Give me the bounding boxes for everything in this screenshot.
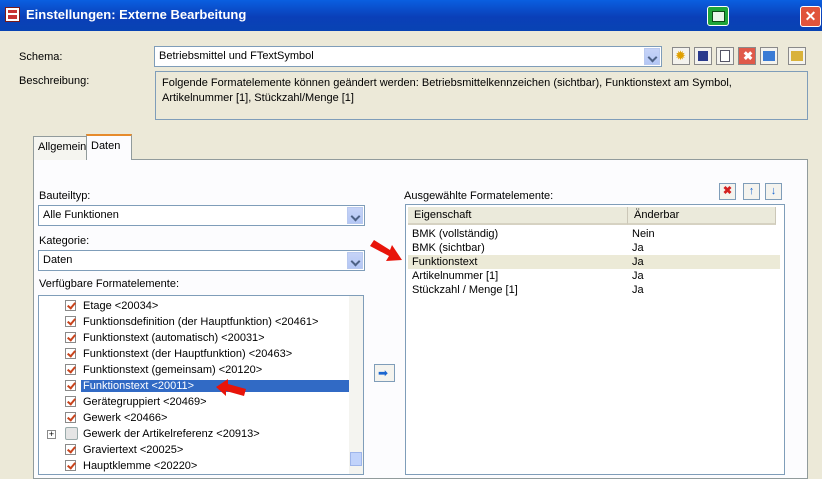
list-item-group[interactable]: + Gewerk der Artikelreferenz <20913>	[39, 426, 351, 442]
export-schema-button[interactable]	[760, 47, 778, 65]
list-item[interactable]: Funktionstext (automatisch) <20031>	[39, 330, 351, 346]
copy-schema-button[interactable]	[716, 47, 734, 65]
checkbox-icon[interactable]	[65, 380, 76, 391]
list-item[interactable]: Gewerk <20466>	[39, 410, 351, 426]
column-header-aenderbar[interactable]: Änderbar	[628, 207, 776, 225]
close-button[interactable]: ✕	[800, 6, 821, 27]
scrollbar-thumb[interactable]	[350, 452, 362, 466]
checkbox-icon[interactable]	[65, 300, 76, 311]
list-item[interactable]: Etage <20034>	[39, 298, 351, 314]
tab-allgemein[interactable]: Allgemein	[33, 136, 87, 160]
red-arrow-annotation	[370, 240, 402, 261]
checkbox-icon[interactable]	[65, 316, 76, 327]
copy-icon	[720, 50, 730, 62]
checkbox-icon[interactable]	[65, 364, 76, 375]
available-list[interactable]: Etage <20034> Funktionsdefinition (der H…	[38, 295, 364, 475]
group-icon	[65, 427, 78, 440]
table-row-selected[interactable]: Funktionstext Ja	[408, 255, 780, 269]
delete-icon: ✖	[743, 49, 754, 63]
bauteiltyp-value: Alle Funktionen	[43, 209, 119, 221]
add-to-selected-button[interactable]	[374, 364, 395, 382]
list-item[interactable]: Gerätegruppiert <20469>	[39, 394, 351, 410]
selected-label: Ausgewählte Formatelemente:	[404, 190, 554, 202]
schema-select[interactable]: Betriebsmittel und FTextSymbol	[154, 46, 662, 67]
bauteiltyp-select[interactable]: Alle Funktionen	[38, 205, 365, 226]
table-row[interactable]: BMK (sichtbar) Ja	[408, 241, 780, 255]
chevron-down-icon[interactable]	[347, 252, 363, 269]
list-item[interactable]: Hauptklemme <20220>	[39, 458, 351, 474]
list-item-selected[interactable]: Funktionstext <20011>	[39, 378, 351, 394]
table-row[interactable]: Artikelnummer [1] Ja	[408, 269, 780, 283]
kategorie-label: Kategorie:	[39, 235, 90, 247]
schema-label: Schema:	[19, 51, 63, 63]
save-icon	[698, 51, 708, 61]
window-title: Einstellungen: Externe Bearbeitung	[26, 7, 247, 22]
list-item[interactable]: Funktionstext (der Hauptfunktion) <20463…	[39, 346, 351, 362]
checkbox-icon[interactable]	[65, 348, 76, 359]
new-icon: ✹	[675, 48, 686, 63]
table-row[interactable]: Stückzahl / Menge [1] Ja	[408, 283, 780, 297]
list-item[interactable]: Funktionstext (gemeinsam) <20120>	[39, 362, 351, 378]
move-down-button[interactable]: ↓	[765, 183, 782, 200]
delete-icon: ✖	[722, 185, 733, 197]
checkbox-icon[interactable]	[65, 332, 76, 343]
checkbox-icon[interactable]	[65, 444, 76, 455]
description-label: Beschreibung:	[19, 75, 90, 87]
table-row[interactable]: BMK (vollständig) Nein	[408, 227, 780, 241]
vertical-scrollbar[interactable]	[349, 296, 363, 474]
column-header-eigenschaft[interactable]: Eigenschaft	[408, 207, 628, 225]
checkbox-icon[interactable]	[65, 396, 76, 407]
import-icon	[791, 51, 803, 61]
bauteiltyp-label: Bauteiltyp:	[39, 190, 91, 202]
red-arrow-annotation	[216, 379, 246, 396]
tab-daten[interactable]: Daten	[86, 134, 132, 160]
export-icon	[763, 51, 775, 61]
arrow-down-icon: ↓	[770, 185, 777, 197]
schema-value: Betriebsmittel und FTextSymbol	[159, 50, 314, 62]
checkbox-icon[interactable]	[65, 412, 76, 423]
kategorie-value: Daten	[43, 254, 73, 266]
chevron-down-icon[interactable]	[347, 207, 363, 224]
import-schema-button[interactable]	[788, 47, 806, 65]
selected-table[interactable]: Eigenschaft Änderbar BMK (vollständig) N…	[405, 204, 785, 475]
arrow-up-icon: ↑	[748, 185, 755, 197]
checkbox-icon[interactable]	[65, 460, 76, 471]
list-item[interactable]: Funktionsdefinition (der Hauptfunktion) …	[39, 314, 351, 330]
kategorie-select[interactable]: Daten	[38, 250, 365, 271]
description-text: Folgende Formatelemente können geändert …	[162, 77, 732, 104]
expand-icon[interactable]: +	[47, 430, 56, 439]
move-up-button[interactable]: ↑	[743, 183, 760, 200]
save-schema-button[interactable]	[694, 47, 712, 65]
description-box: Folgende Formatelemente können geändert …	[155, 71, 808, 120]
help-button[interactable]	[707, 6, 729, 26]
new-schema-button[interactable]: ✹	[672, 47, 690, 65]
list-item[interactable]: Graviertext <20025>	[39, 442, 351, 458]
app-icon	[5, 7, 20, 22]
delete-schema-button[interactable]: ✖	[738, 47, 756, 65]
remove-button[interactable]: ✖	[719, 183, 736, 200]
available-label: Verfügbare Formatelemente:	[39, 278, 180, 290]
chevron-down-icon[interactable]	[644, 48, 660, 65]
